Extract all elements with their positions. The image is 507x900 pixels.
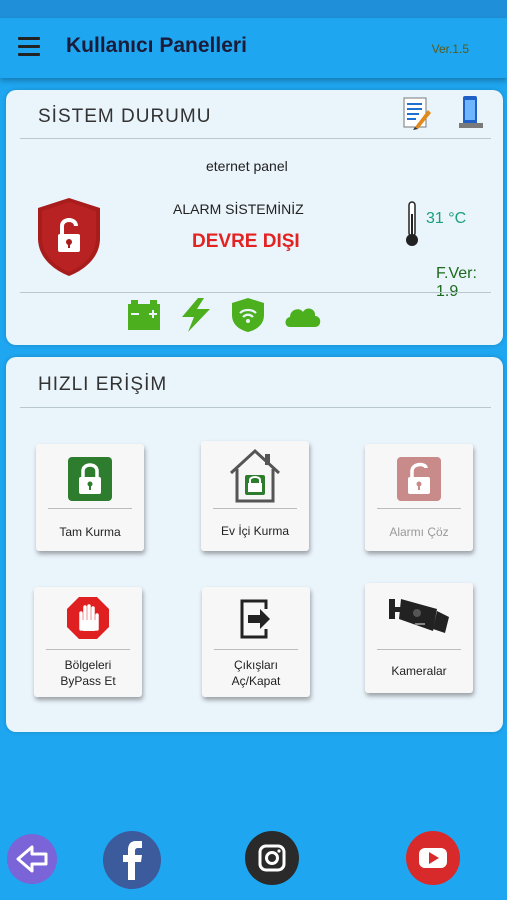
tile-cameras[interactable]: Kameralar	[365, 583, 473, 693]
system-status-title: SİSTEM DURUMU	[38, 106, 212, 127]
tile-divider	[214, 649, 298, 650]
tile-bypass-zones[interactable]: Bölgeleri ByPass Et	[34, 587, 142, 697]
exit-icon	[240, 599, 270, 639]
quick-access-title: HIZLI ERİŞİM	[38, 374, 168, 395]
device-icon[interactable]	[457, 94, 485, 130]
app-version: Ver.1.5	[431, 42, 469, 56]
edit-document-icon[interactable]	[401, 96, 431, 130]
youtube-icon[interactable]	[405, 830, 461, 886]
wifi-shield-icon	[232, 298, 264, 332]
bottom-nav	[0, 825, 507, 900]
divider	[20, 292, 491, 293]
alarm-system-label: ALARM SİSTEMİNİZ	[173, 201, 304, 217]
facebook-icon[interactable]	[102, 830, 162, 890]
tile-full-arm[interactable]: Tam Kurma	[36, 444, 144, 551]
unlock-icon	[397, 457, 441, 501]
tile-label: Kameralar	[391, 664, 447, 678]
instagram-icon[interactable]	[244, 830, 300, 886]
panel-name: eternet panel	[206, 158, 288, 174]
battery-icon	[128, 300, 160, 330]
tile-label-line1: Çıkışları	[233, 658, 278, 672]
quick-access-card: HIZLI ERİŞİM Tam Kurma Ev İçi Kurma Alar…	[6, 357, 503, 732]
alarm-status: DEVRE DIŞI	[192, 231, 300, 252]
home-lock-icon	[229, 448, 281, 503]
tile-divider	[377, 649, 461, 650]
app-bar: Kullanıcı Panelleri Ver.1.5	[0, 18, 507, 78]
tile-label: Ev İçi Kurma	[220, 524, 289, 538]
tile-divider	[377, 508, 461, 509]
system-status-card: SİSTEM DURUMU eternet panel ALARM SİSTEM…	[6, 90, 503, 345]
shield-unlock-icon	[38, 198, 100, 276]
tile-home-arm[interactable]: Ev İçi Kurma	[201, 441, 309, 551]
camera-icon	[389, 599, 449, 633]
thermometer-icon	[406, 201, 418, 246]
status-bar	[0, 0, 507, 18]
tile-label-line2: Aç/Kapat	[231, 674, 281, 688]
tile-toggle-outputs[interactable]: Çıkışları Aç/Kapat	[202, 587, 310, 697]
tile-disarm[interactable]: Alarmı Çöz	[365, 444, 473, 551]
divider	[20, 138, 491, 139]
tile-label: Alarmı Çöz	[389, 525, 449, 539]
cloud-icon	[285, 308, 321, 327]
tile-label-line2: ByPass Et	[60, 674, 116, 688]
lock-icon	[68, 457, 112, 501]
power-icon	[182, 298, 210, 332]
firmware-version: F.Ver: 1.9	[436, 265, 477, 300]
tile-label: Tam Kurma	[59, 525, 121, 539]
stop-hand-icon	[67, 597, 109, 639]
tile-divider	[48, 508, 132, 509]
back-icon[interactable]	[6, 833, 58, 885]
app-title: Kullanıcı Panelleri	[66, 34, 247, 57]
divider	[20, 407, 491, 408]
menu-icon[interactable]	[18, 37, 40, 57]
tile-divider	[213, 508, 297, 509]
tile-divider	[46, 649, 130, 650]
tile-label-line1: Bölgeleri	[64, 658, 112, 672]
temperature-value: 31 °C	[426, 210, 467, 227]
